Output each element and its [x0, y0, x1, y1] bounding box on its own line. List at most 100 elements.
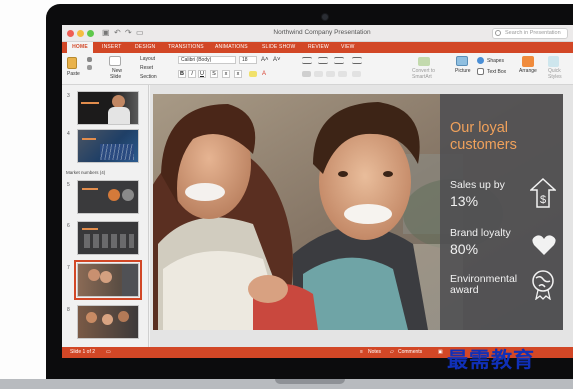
stat-value-brand-loyalty[interactable]: 80%	[450, 242, 478, 257]
numbering-icon[interactable]	[318, 57, 328, 64]
tab-insert[interactable]: INSERT	[102, 42, 121, 53]
underline-button[interactable]: U	[198, 70, 206, 78]
screenshot: ▣ ↶ ↷ ▭ Northwind Company Presentation S…	[0, 0, 573, 389]
italic-button[interactable]: I	[188, 70, 196, 78]
paste-icon[interactable]	[67, 57, 77, 69]
save-icon[interactable]: ▣	[102, 28, 110, 38]
tab-transitions[interactable]: TRANSITIONS	[168, 42, 204, 53]
maximize-window-button[interactable]	[87, 30, 94, 37]
slide-number: 7	[67, 265, 70, 271]
slide-thumbnail-3[interactable]	[77, 91, 139, 125]
font-color-icon[interactable]: A	[262, 71, 266, 77]
slide-number: 8	[67, 307, 70, 313]
tab-review[interactable]: REVIEW	[308, 42, 329, 53]
picture-icon[interactable]	[456, 56, 468, 66]
title-bar: ▣ ↶ ↷ ▭ Northwind Company Presentation S…	[62, 25, 573, 42]
close-window-button[interactable]	[67, 30, 74, 37]
stat-label-brand-loyalty[interactable]: Brand loyalty	[450, 228, 511, 239]
indent-icon[interactable]	[334, 57, 344, 64]
minimize-window-button[interactable]	[77, 30, 84, 37]
align-left-icon[interactable]	[302, 71, 311, 77]
align-right-icon[interactable]	[326, 71, 335, 77]
shrink-font-icon[interactable]: A˅	[273, 57, 281, 63]
slide-thumbnail-4[interactable]	[77, 129, 139, 163]
redo-icon[interactable]: ↷	[125, 28, 132, 38]
globe-award-icon	[532, 270, 554, 300]
tab-design[interactable]: DESIGN	[135, 42, 155, 53]
section-button[interactable]: Section	[140, 74, 157, 80]
cut-icon[interactable]	[87, 57, 92, 62]
reset-button[interactable]: Reset	[140, 65, 153, 71]
slide-number: 3	[67, 93, 70, 99]
svg-text:$: $	[540, 194, 546, 206]
slide-thumbnail-8[interactable]	[77, 305, 139, 339]
window-title: Northwind Company Presentation	[273, 29, 371, 36]
heart-icon	[532, 235, 556, 255]
laptop-notch	[275, 379, 345, 384]
quick-styles-label-2: Styles	[548, 74, 562, 80]
stat-value-sales[interactable]: 13%	[450, 194, 478, 209]
subscript-button[interactable]: x	[234, 70, 242, 78]
section-label[interactable]: Market numbers (4)	[66, 170, 105, 175]
powerpoint-window: ▣ ↶ ↷ ▭ Northwind Company Presentation S…	[62, 25, 573, 358]
watermark: 最需教育	[447, 348, 535, 372]
current-slide[interactable]: Our loyal customers Sales up by 13% $ Br…	[153, 94, 563, 330]
normal-view-icon[interactable]: ▣	[438, 349, 443, 356]
camera-icon	[322, 14, 328, 20]
slide-thumbnail-6[interactable]	[77, 221, 139, 255]
stat-label-sales[interactable]: Sales up by	[450, 180, 505, 191]
dollar-arrow-icon: $	[530, 178, 556, 208]
spelling-icon[interactable]: ▭	[106, 349, 111, 356]
slideshow-icon[interactable]: ▭	[136, 28, 144, 38]
picture-label: Picture	[455, 68, 471, 74]
tab-slide-show[interactable]: SLIDE SHOW	[262, 42, 295, 53]
shapes-icon[interactable]	[477, 57, 484, 64]
slide-thumbnail-7[interactable]	[74, 260, 142, 300]
slide-indicator: Slide 1 of 2	[70, 349, 96, 355]
ribbon: Paste New Slide Layout Reset Section Cal…	[62, 53, 573, 85]
slide-title[interactable]: Our loyal customers	[450, 120, 560, 154]
paste-label: Paste	[67, 71, 80, 77]
tab-home[interactable]: HOME	[67, 42, 93, 53]
justify-icon[interactable]	[338, 71, 347, 77]
arrange-icon[interactable]	[522, 56, 534, 67]
font-size-select[interactable]: 18	[239, 56, 257, 64]
undo-icon[interactable]: ↶	[114, 28, 121, 38]
stats-overlay-panel: Our loyal customers Sales up by 13% $ Br…	[440, 94, 563, 330]
notes-button[interactable]: Notes	[368, 349, 381, 356]
comments-icon[interactable]: ▱	[390, 349, 394, 356]
slide-number: 5	[67, 182, 70, 188]
superscript-button[interactable]: x	[222, 70, 230, 78]
grow-font-icon[interactable]: A˄	[261, 57, 269, 63]
tab-view[interactable]: VIEW	[341, 42, 355, 53]
search-input[interactable]: Search in Presentation	[492, 28, 568, 39]
highlight-icon[interactable]	[249, 71, 257, 77]
shapes-label: Shapes	[487, 58, 504, 64]
slide-number: 6	[67, 223, 70, 229]
new-slide-icon[interactable]	[109, 56, 121, 66]
bold-button[interactable]: B	[178, 70, 186, 78]
line-spacing-icon[interactable]	[352, 57, 362, 64]
text-box-label: Text Box	[487, 69, 507, 75]
convert-label-2: SmartArt	[412, 74, 432, 80]
bullets-icon[interactable]	[302, 57, 312, 64]
strikethrough-button[interactable]: S	[210, 70, 218, 78]
convert-smartart-icon[interactable]	[418, 57, 430, 66]
slide-editing-canvas[interactable]: Our loyal customers Sales up by 13% $ Br…	[150, 85, 573, 347]
ribbon-tab-bar: HOME INSERT DESIGN TRANSITIONS ANIMATION…	[62, 42, 573, 53]
slide-thumbnail-5[interactable]	[77, 180, 139, 214]
align-center-icon[interactable]	[314, 71, 323, 77]
comments-button[interactable]: Comments	[398, 349, 422, 356]
search-icon	[495, 30, 501, 36]
tab-animations[interactable]: ANIMATIONS	[215, 42, 248, 53]
font-name-select[interactable]: Calibri (Body)	[178, 56, 236, 64]
columns-icon[interactable]	[352, 71, 361, 77]
new-slide-label-2: Slide	[110, 74, 122, 80]
layout-button[interactable]: Layout	[140, 56, 155, 62]
text-box-icon[interactable]	[477, 68, 484, 75]
stat-label-environmental-award[interactable]: Environmental award	[450, 274, 530, 296]
slide-thumbnail-pane: 3 4 Market numbers (4) 5 6 7 8	[62, 85, 149, 347]
quick-styles-icon[interactable]	[548, 56, 559, 67]
copy-icon[interactable]	[87, 65, 92, 70]
notes-icon[interactable]: ≡	[360, 349, 363, 356]
